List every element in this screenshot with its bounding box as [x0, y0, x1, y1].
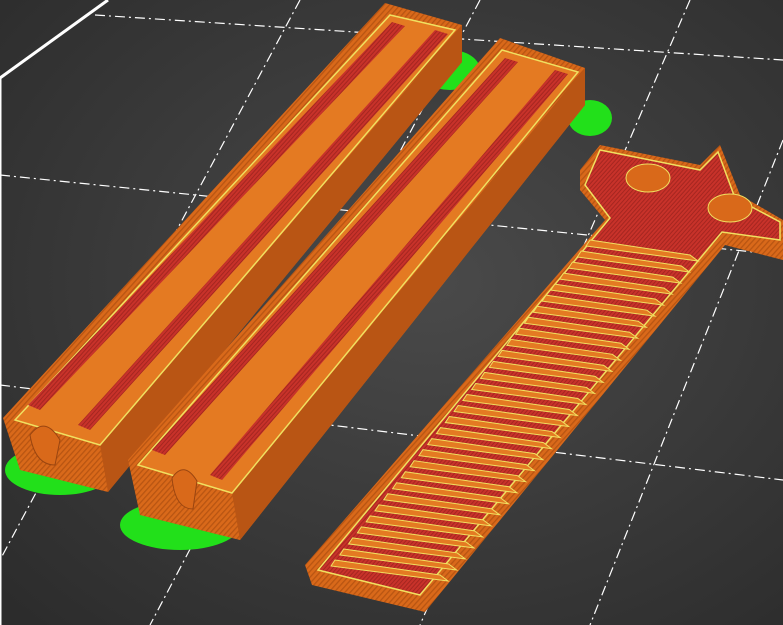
3d-preview-viewport[interactable]: [0, 0, 783, 625]
mount-hole: [707, 193, 753, 223]
preview-canvas[interactable]: [0, 0, 783, 625]
mount-hole: [625, 163, 671, 193]
